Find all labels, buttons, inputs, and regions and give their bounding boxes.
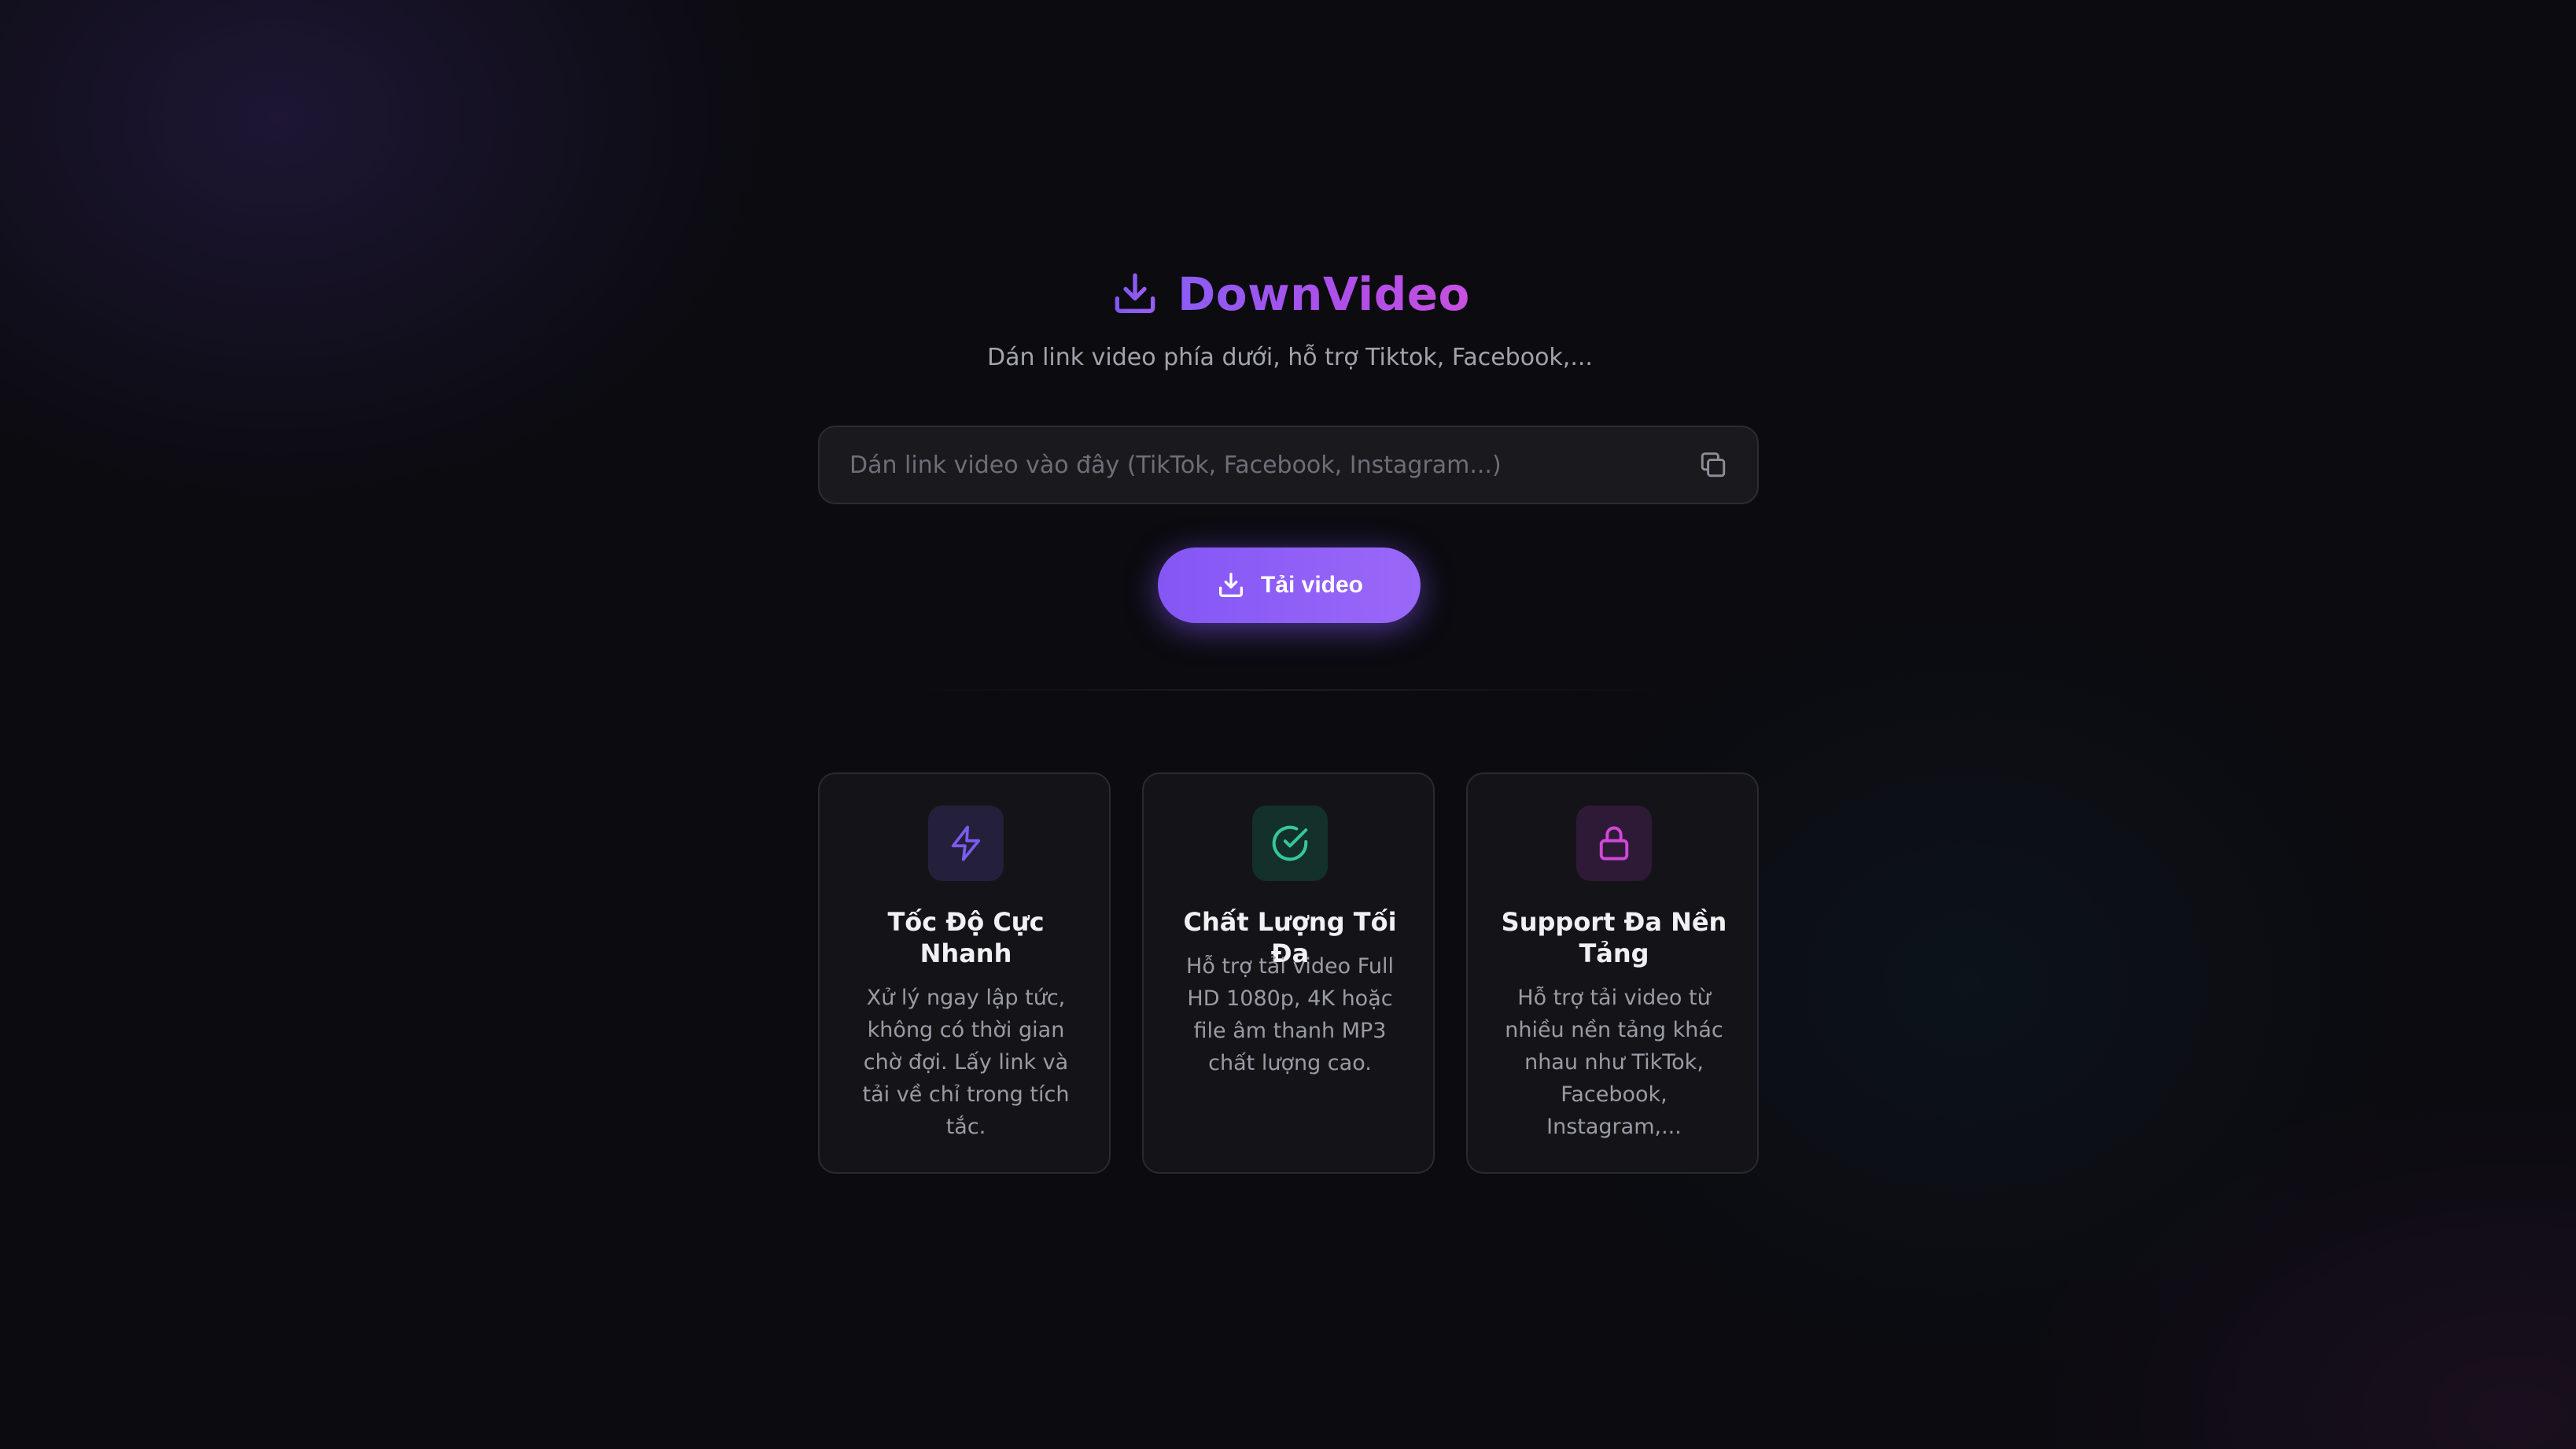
download-icon	[1218, 573, 1243, 597]
feature-title: Tốc Độ Cực Nhanh	[887, 907, 1045, 968]
feature-icon-badge	[1576, 806, 1652, 881]
download-video-button[interactable]: Tải video	[1158, 548, 1421, 623]
feature-description: Xử lý ngay lập tức, không có thời gian c…	[862, 986, 1070, 1139]
feature-description: Hỗ trợ tải video Full HD 1080p, 4K hoặc …	[1186, 954, 1394, 1075]
brand-name: DownVideo	[1177, 267, 1470, 321]
page-subtitle: Dán link video phía dưới, hỗ trợ Tiktok,…	[987, 344, 1593, 371]
copy-icon	[1701, 452, 1726, 477]
feature-icon-badge	[1252, 806, 1328, 881]
download-icon	[1115, 273, 1155, 313]
divider	[912, 689, 1668, 691]
feature-card-quality: Chất Lượng Tối Đa Hỗ trợ tải video Full …	[1142, 772, 1435, 1174]
main-container: DownVideo Dán link video phía dưới, hỗ t…	[818, 0, 1762, 1449]
paste-button[interactable]	[1696, 448, 1730, 482]
feature-card-speed: Tốc Độ Cực Nhanh Xử lý ngay lập tức, khô…	[818, 772, 1111, 1174]
feature-icon-badge	[928, 806, 1004, 881]
video-link-input[interactable]	[848, 450, 1696, 480]
check-circle-icon	[1272, 825, 1308, 861]
brand-header: DownVideo	[818, 267, 1762, 321]
features-section: Tốc Độ Cực Nhanh Xử lý ngay lập tức, khô…	[818, 772, 1759, 1174]
lightning-icon	[951, 825, 981, 861]
lock-icon	[1599, 826, 1629, 861]
download-button-label: Tải video	[1260, 572, 1364, 598]
feature-card-platforms: Support Đa Nền Tảng Hỗ trợ tải video từ …	[1466, 772, 1759, 1174]
feature-title: Support Đa Nền Tảng	[1501, 907, 1727, 968]
link-input-container	[818, 426, 1759, 504]
feature-description: Hỗ trợ tải video từ nhiều nền tảng khác …	[1505, 986, 1723, 1139]
